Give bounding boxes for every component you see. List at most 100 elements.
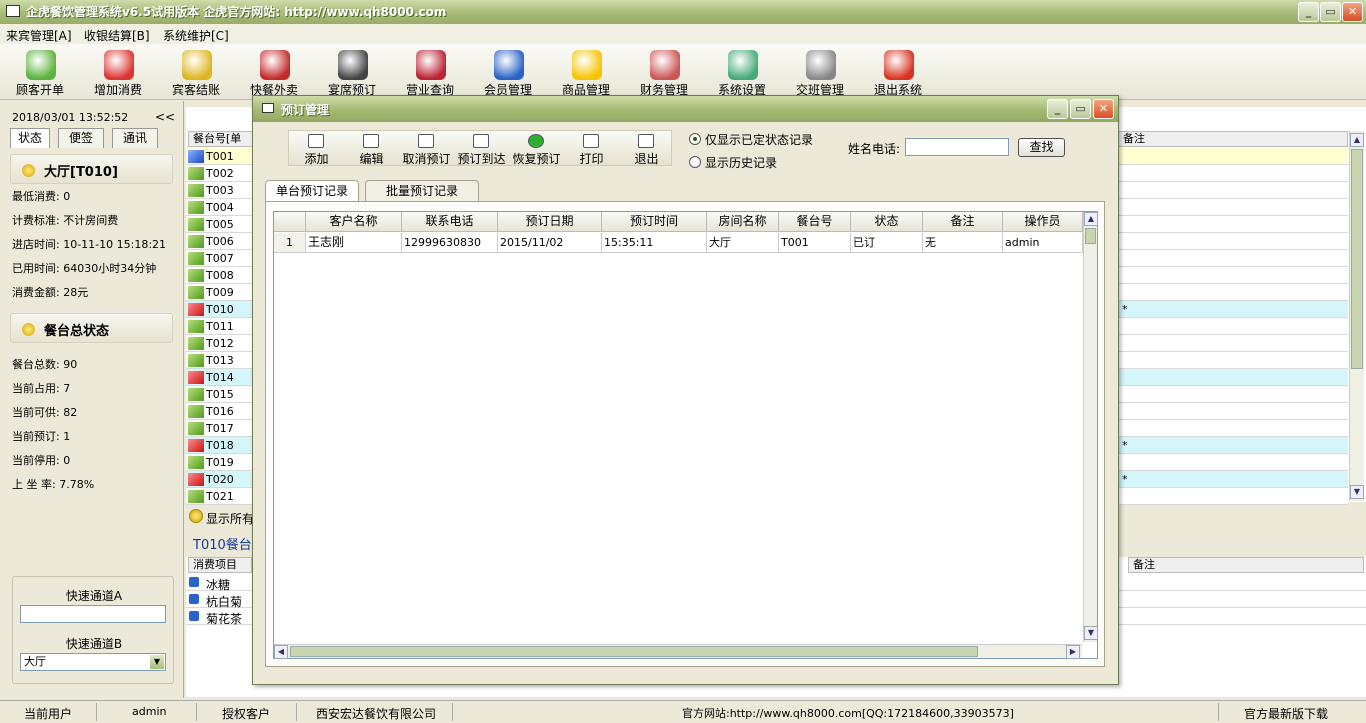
toolbar-button-8[interactable]: 财务管理 [626,46,702,98]
table-status-icon [188,303,204,316]
reservation-cell[interactable]: 大厅 [707,233,779,253]
table-number-cell: T009 [186,284,250,301]
toolbar-button-2[interactable]: 宾客结账 [158,46,234,98]
scroll-right-icon[interactable]: ▶ [1066,645,1080,659]
total-info-row: 当前预订: 1 [12,430,71,443]
table-status-icon [188,371,204,384]
table-number-cell: T008 [186,267,250,284]
cancel-reservation-button[interactable]: 取消预订 [399,131,454,167]
scroll-thumb[interactable] [1085,228,1096,244]
scroll-thumb[interactable] [1351,149,1363,369]
speaker-icon [189,577,199,587]
table-number-cell: T017 [186,420,250,437]
reservation-cell[interactable]: 无 [923,233,1003,253]
toolbar-button-label: 顾客开单 [15,83,64,97]
table-number-cell: T020 [186,471,250,488]
tab-single-reservation[interactable]: 单台预订记录 [265,180,359,202]
table-status-icon [188,388,204,401]
show-all-icon[interactable] [189,509,203,523]
fast-a-input[interactable] [20,605,166,623]
scroll-up-icon[interactable]: ▲ [1084,212,1098,226]
table-status-icon [188,184,204,197]
toolbar-button-7[interactable]: 商品管理 [548,46,624,98]
scroll-left-icon[interactable]: ◀ [274,645,288,659]
table-number: T007 [206,252,234,265]
toolbar-button-11[interactable]: 退出系统 [860,46,936,98]
reservation-cell[interactable]: 2015/11/02 [498,233,602,253]
scroll-up-icon[interactable]: ▲ [1350,133,1364,147]
restore-button[interactable]: 恢复预订 [509,131,564,167]
col-consume-note: 备注 [1128,557,1364,573]
hscroll-thumb[interactable] [290,646,978,657]
table-number-cell: T013 [186,352,250,369]
tab-status[interactable]: 状态 [10,128,50,148]
toolbar-button-5[interactable]: 营业查询 [392,46,468,98]
main-toolbar: 顾客开单 增加消费 宾客结账 快餐外卖 宴席预订 营业查询 会员管理 商品管理 财务管理 系统设置… [0,44,1366,100]
toolbar-button-9[interactable]: 系统设置 [704,46,780,98]
radio-history[interactable] [689,156,701,168]
edit-button[interactable]: 编辑 [344,131,399,167]
teacup-icon [260,50,290,80]
document-icon [308,134,324,148]
col-consume-item: 消费项目 [188,557,252,573]
menu-guest[interactable]: 来宾管理[A] [6,27,72,44]
radio-confirmed-label[interactable]: 仅显示已定状态记录 [705,131,813,148]
radio-history-label[interactable]: 显示历史记录 [705,154,777,171]
exit-button[interactable]: 退出 [619,131,674,167]
reservation-cell[interactable]: 王志刚 [306,233,402,253]
download-link[interactable]: 官方最新版下载 [1244,705,1328,722]
dialog-grid-hscroll[interactable]: ◀ ▶ [274,644,1082,659]
col-table-number: 餐台号[单 [188,131,258,147]
dialog-maximize-button[interactable]: ▭ [1070,99,1091,119]
radio-confirmed[interactable] [689,133,701,145]
tab-batch-reservation[interactable]: 批量预订记录 [365,180,479,202]
exit-door-icon [638,134,654,148]
toolbar-button-1[interactable]: 增加消费 [80,46,156,98]
search-button[interactable]: 查找 [1018,138,1065,157]
room-info-row: 消费金额: 28元 [12,286,89,299]
table-number: T014 [206,371,234,384]
collapse-button[interactable]: << [155,110,175,124]
print-button[interactable]: 打印 [564,131,619,167]
toolbar-button-3[interactable]: 快餐外卖 [236,46,312,98]
col-row-number [274,212,306,232]
minimize-button[interactable]: _ [1298,2,1319,22]
total-info-row: 当前停用: 0 [12,454,71,467]
reservation-cell[interactable]: T001 [779,233,851,253]
table-number: T010 [206,303,234,316]
query-book-icon [416,50,446,80]
toolbar-button-6[interactable]: 会员管理 [470,46,546,98]
show-all-label[interactable]: 显示所有 [206,510,254,527]
status-user: admin [132,705,167,718]
fast-b-select[interactable]: 大厅 ▼ [20,653,166,671]
reservation-cell[interactable]: 12999630830 [402,233,498,253]
toolbar-button-4[interactable]: 宴席预订 [314,46,390,98]
reservation-cell[interactable]: 已订 [851,233,923,253]
reservation-cell[interactable]: admin [1003,233,1083,253]
table-number: T003 [206,184,234,197]
tab-notes[interactable]: 便签 [58,128,104,148]
table-number-cell: T019 [186,454,250,471]
tab-contact[interactable]: 通讯 [112,128,158,148]
dialog-close-button[interactable]: ✕ [1093,99,1114,119]
search-input[interactable] [905,138,1009,156]
toolbar-button-10[interactable]: 交班管理 [782,46,858,98]
scroll-down-icon[interactable]: ▼ [1084,626,1098,640]
menu-cashier[interactable]: 收银结算[B] [84,27,150,44]
status-site: 官方网站:http://www.qh8000.com[QQ:172184600,… [682,707,1014,720]
add-button[interactable]: 添加 [289,131,344,167]
grid-scrollbar[interactable]: ▲ ▼ [1349,131,1364,501]
printer-icon [363,134,379,148]
toolbar-button-0[interactable]: 顾客开单 [2,46,78,98]
scroll-down-icon[interactable]: ▼ [1350,485,1364,499]
maximize-button[interactable]: ▭ [1320,2,1341,22]
chevron-down-icon[interactable]: ▼ [150,655,164,669]
reservation-cell[interactable]: 15:35:11 [602,233,707,253]
arrive-button[interactable]: 预订到达 [454,131,509,167]
table-number-cell: T002 [186,165,250,182]
dialog-col-header: 房间名称 [707,212,779,232]
dialog-minimize-button[interactable]: _ [1047,99,1068,119]
dialog-grid-vscroll[interactable]: ▲ ▼ [1083,212,1098,642]
menu-system[interactable]: 系统维护[C] [163,27,229,44]
close-button[interactable]: ✕ [1342,2,1363,22]
